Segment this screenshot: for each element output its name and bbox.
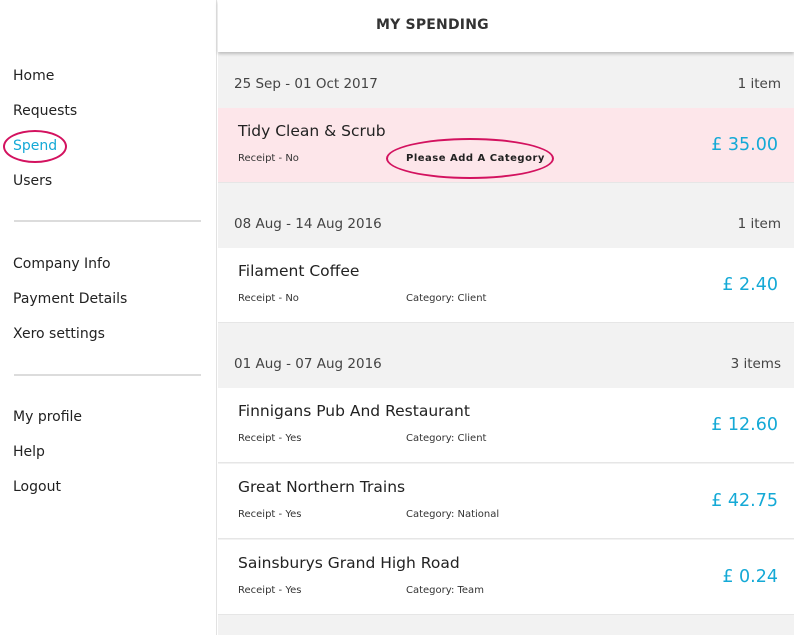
week-header: 25 Sep - 01 Oct 2017 1 item xyxy=(218,52,794,108)
spending-list: 25 Sep - 01 Oct 2017 1 item Tidy Clean &… xyxy=(218,52,794,635)
expense-amount: £ 35.00 xyxy=(711,135,778,155)
nav-home[interactable]: Home xyxy=(13,67,54,85)
expense-category: Category: Client xyxy=(406,433,487,444)
sidebar: Home Requests Spend Users Company Info P… xyxy=(0,0,217,635)
merchant-name: Sainsburys Grand High Road xyxy=(238,554,460,572)
week-header: 01 Aug - 07 Aug 2016 3 items xyxy=(218,332,794,388)
page-title: MY SPENDING xyxy=(376,17,489,33)
week-item-count: 1 item xyxy=(737,76,781,92)
receipt-status: Receipt - No xyxy=(238,153,299,164)
week-header: 08 Aug - 14 Aug 2016 1 item xyxy=(218,192,794,248)
nav-xero-settings[interactable]: Xero settings xyxy=(13,325,105,343)
expense-row[interactable]: Tidy Clean & Scrub Receipt - No Please A… xyxy=(218,108,794,183)
merchant-name: Finnigans Pub And Restaurant xyxy=(238,402,470,420)
expense-row[interactable]: Great Northern Trains Receipt - Yes Cate… xyxy=(218,464,794,539)
add-category-prompt[interactable]: Please Add A Category xyxy=(406,153,545,164)
merchant-name: Filament Coffee xyxy=(238,262,360,280)
merchant-name: Great Northern Trains xyxy=(238,478,406,496)
receipt-status: Receipt - Yes xyxy=(238,433,302,444)
nav-company-info[interactable]: Company Info xyxy=(13,255,111,273)
expense-amount: £ 2.40 xyxy=(722,275,778,295)
expense-category: Category: Client xyxy=(406,293,487,304)
week-item-count: 3 items xyxy=(730,356,781,372)
nav-help[interactable]: Help xyxy=(13,443,45,461)
nav-my-profile[interactable]: My profile xyxy=(13,408,82,426)
expense-category: Category: Team xyxy=(406,585,484,596)
expense-amount: £ 42.75 xyxy=(711,491,778,511)
nav-users[interactable]: Users xyxy=(13,172,52,190)
expense-row[interactable]: Sainsburys Grand High Road Receipt - Yes… xyxy=(218,540,794,615)
nav-payment-details[interactable]: Payment Details xyxy=(13,290,127,308)
top-header: MY SPENDING xyxy=(218,0,794,52)
week-date-range: 25 Sep - 01 Oct 2017 xyxy=(234,76,378,92)
nav-spend[interactable]: Spend xyxy=(13,137,57,155)
expense-row[interactable]: Finnigans Pub And Restaurant Receipt - Y… xyxy=(218,388,794,463)
nav-logout[interactable]: Logout xyxy=(13,478,61,496)
week-item-count: 1 item xyxy=(737,216,781,232)
merchant-name: Tidy Clean & Scrub xyxy=(238,122,386,140)
expense-amount: £ 12.60 xyxy=(711,415,778,435)
week-date-range: 01 Aug - 07 Aug 2016 xyxy=(234,356,382,372)
expense-amount: £ 0.24 xyxy=(722,567,778,587)
expense-row[interactable]: Filament Coffee Receipt - No Category: C… xyxy=(218,248,794,323)
nav-requests[interactable]: Requests xyxy=(13,102,77,120)
sidebar-divider xyxy=(14,220,201,222)
sidebar-divider xyxy=(14,374,201,376)
expense-category: Category: National xyxy=(406,509,500,520)
receipt-status: Receipt - Yes xyxy=(238,585,302,596)
receipt-status: Receipt - No xyxy=(238,293,299,304)
week-date-range: 08 Aug - 14 Aug 2016 xyxy=(234,216,382,232)
receipt-status: Receipt - Yes xyxy=(238,509,302,520)
